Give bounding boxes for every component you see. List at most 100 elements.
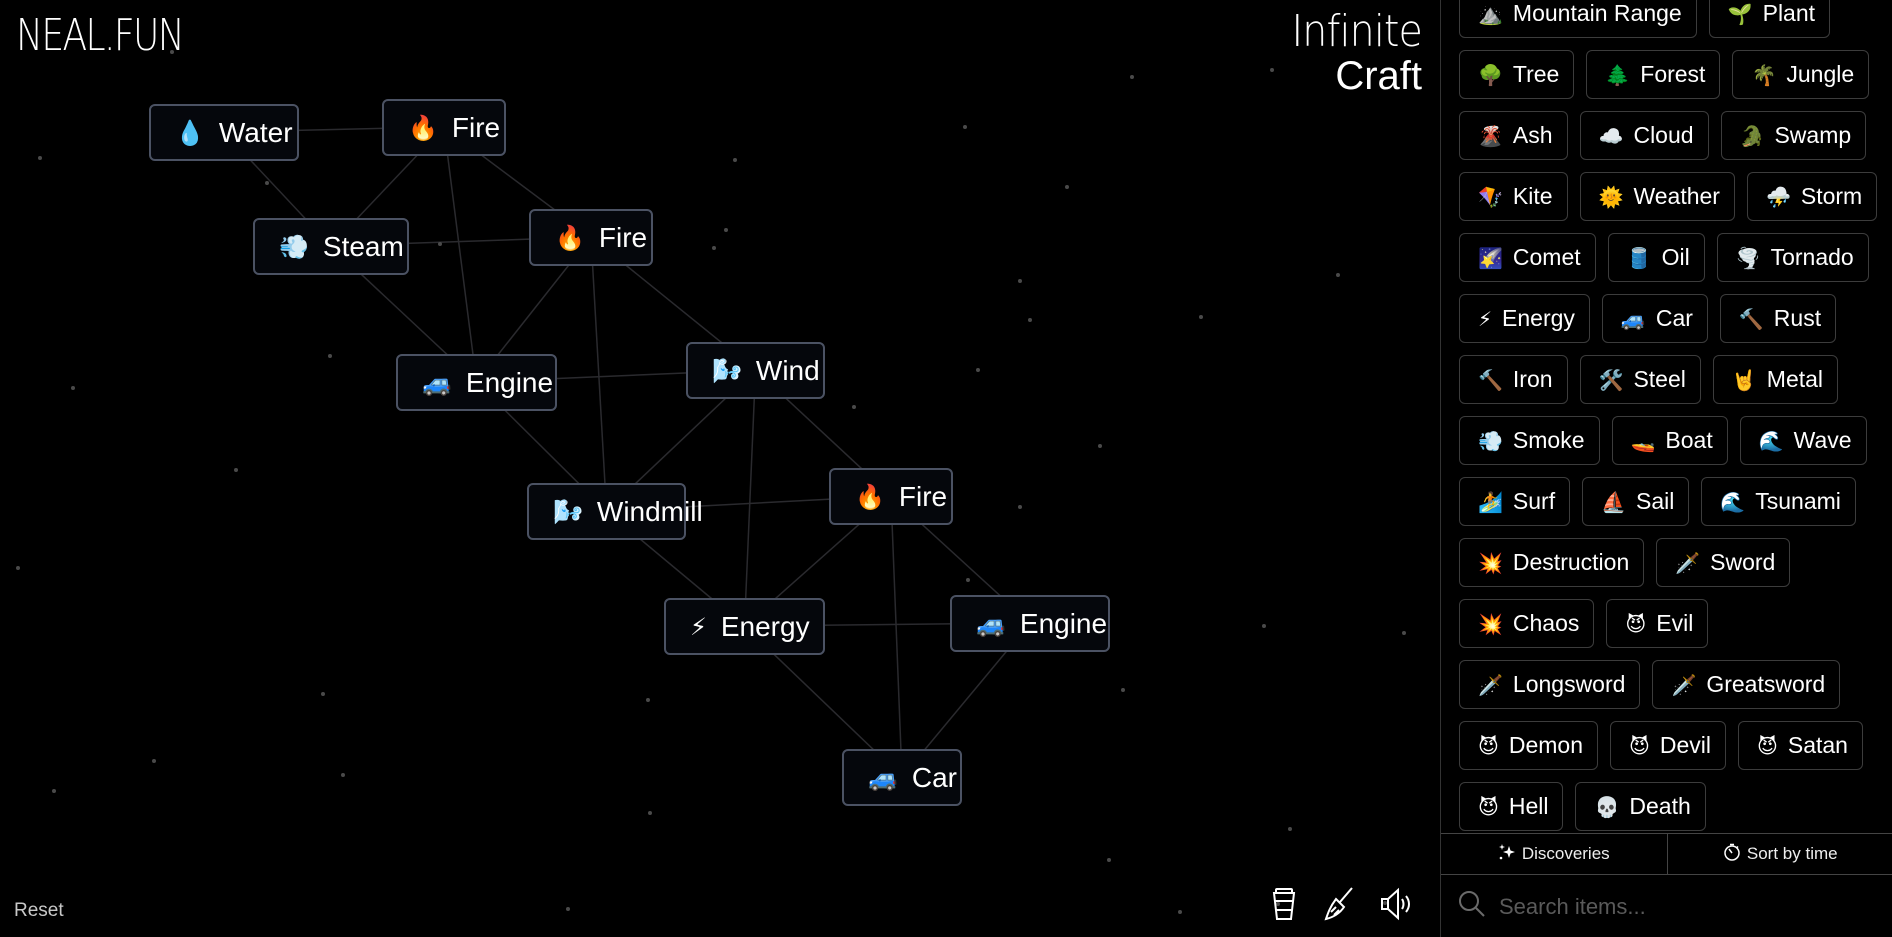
reset-button[interactable]: Reset	[14, 900, 64, 922]
sidebar-item-kite[interactable]: 🪁 Kite	[1459, 172, 1568, 221]
items-row: 😈 Demon 😈 Devil 😈 Satan	[1459, 721, 1863, 770]
sidebar-item-smoke[interactable]: 💨 Smoke	[1459, 416, 1600, 465]
item-emoji-icon: 🔨	[1738, 306, 1764, 331]
sidebar-item-chaos[interactable]: 💥 Chaos	[1459, 599, 1595, 648]
canvas-node-fire[interactable]: 🔥 Fire	[829, 468, 953, 525]
item-emoji-icon: 🪁	[1478, 184, 1503, 209]
sidebar-item-car[interactable]: 🚙 Car	[1601, 294, 1708, 343]
canvas-node-water[interactable]: 💧 Water	[149, 104, 299, 161]
node-label: Steam	[322, 230, 404, 262]
sidebar-item-forest[interactable]: 🌲 Forest	[1586, 50, 1721, 99]
sidebar-item-iron[interactable]: 🔨 Iron	[1459, 355, 1568, 404]
sidebar-item-ash[interactable]: 🌋 Ash	[1459, 111, 1568, 160]
fire-icon: 🔥	[555, 223, 585, 252]
item-label: Iron	[1512, 366, 1553, 392]
lightning-icon: ⚡	[690, 612, 707, 641]
item-emoji-icon: 🚙	[1620, 306, 1646, 331]
sidebar-item-satan[interactable]: 😈 Satan	[1738, 721, 1863, 770]
sidebar-item-tsunami[interactable]: 🌊 Tsunami	[1701, 477, 1856, 526]
sidebar-item-steel[interactable]: 🛠️ Steel	[1579, 355, 1701, 404]
item-label: Death	[1629, 793, 1691, 819]
item-emoji-icon: 🌱	[1727, 1, 1753, 26]
speaker-icon[interactable]	[1380, 887, 1412, 921]
connection-line	[590, 236, 608, 512]
item-label: Plant	[1762, 0, 1816, 26]
item-label: Satan	[1787, 732, 1848, 758]
sidebar-item-sail[interactable]: ⛵ Sail	[1582, 477, 1690, 526]
sidebar-item-tree[interactable]: 🌳 Tree	[1459, 50, 1575, 99]
item-emoji-icon: 🛢️	[1626, 245, 1652, 270]
star-dot	[852, 405, 856, 409]
sidebar-item-tornado[interactable]: 🌪️ Tornado	[1716, 233, 1869, 282]
discoveries-label: Discoveries	[1521, 844, 1610, 863]
search-input[interactable]	[1499, 893, 1879, 920]
item-label: Kite	[1512, 183, 1553, 209]
sidebar-item-storm[interactable]: ⛈️ Storm	[1746, 172, 1878, 221]
sidebar-item-hell[interactable]: 😈 Hell	[1459, 782, 1564, 831]
discoveries-button[interactable]: Discoveries	[1441, 834, 1667, 874]
star-dot	[963, 125, 967, 129]
game-title-line1: Infinite	[1291, 6, 1422, 57]
sidebar-item-surf[interactable]: 🏄 Surf	[1459, 477, 1571, 526]
sidebar-item-mountain-range[interactable]: ⛰️ Mountain Range	[1459, 0, 1697, 38]
item-label: Wave	[1793, 427, 1852, 453]
sidebar-item-plant[interactable]: 🌱 Plant	[1708, 0, 1831, 38]
star-dot	[1130, 75, 1134, 79]
sidebar-item-weather[interactable]: 🌞 Weather	[1579, 172, 1735, 221]
sidebar-item-cloud[interactable]: ☁️ Cloud	[1579, 111, 1709, 160]
item-emoji-icon: 🏄	[1478, 489, 1503, 514]
canvas-node-engine[interactable]: 🚙 Engine	[950, 595, 1110, 652]
canvas-node-windmill[interactable]: 🌬️ Windmill	[527, 483, 703, 540]
sidebar-item-demon[interactable]: 😈 Demon	[1459, 721, 1599, 770]
items-row: 🌳 Tree 🌲 Forest 🌴 Jungle	[1459, 50, 1870, 99]
node-label: Fire	[598, 221, 648, 253]
crafting-canvas[interactable]: NEAL.FUN Infinite Craft 💧 Water 🔥 Fire 💨 Stea…	[0, 0, 1440, 937]
canvas-node-wind[interactable]: 🌬️ Wind	[686, 342, 825, 399]
sidebar-item-evil[interactable]: 😈 Evil	[1606, 599, 1709, 648]
items-list[interactable]: ⛰️ Mountain Range 🌱 Plant 🌳 Tree 🌲 Forest 🌴 Jungl…	[1441, 0, 1892, 833]
item-label: Evil	[1656, 610, 1694, 636]
sidebar-item-destruction[interactable]: 💥 Destruction	[1459, 538, 1645, 587]
canvas-node-fire[interactable]: 🔥 Fire	[529, 209, 653, 266]
item-emoji-icon: ⛰️	[1478, 1, 1503, 26]
star-dot	[321, 692, 325, 696]
star-dot	[16, 566, 20, 570]
sidebar-item-metal[interactable]: 🤘 Metal	[1712, 355, 1839, 404]
sidebar-item-devil[interactable]: 😈 Devil	[1610, 721, 1726, 770]
item-emoji-icon: ⛈️	[1765, 184, 1791, 209]
stopwatch-icon	[1723, 843, 1741, 866]
sidebar-item-longsword[interactable]: 🗡️ Longsword	[1459, 660, 1641, 709]
sort-by-time-button[interactable]: Sort by time	[1666, 834, 1892, 874]
sidebar-item-rust[interactable]: 🔨 Rust	[1719, 294, 1837, 343]
sidebar-item-greatsword[interactable]: 🗡️ Greatsword	[1652, 660, 1841, 709]
sidebar-item-sword[interactable]: 🗡️ Sword	[1656, 538, 1791, 587]
canvas-node-steam[interactable]: 💨 Steam	[253, 218, 409, 275]
sidebar-item-oil[interactable]: 🛢️ Oil	[1607, 233, 1705, 282]
water-drop-icon: 💧	[175, 118, 205, 147]
sidebar-footer: Discoveries Sort by time	[1441, 833, 1892, 875]
sidebar-item-comet[interactable]: 🌠 Comet	[1459, 233, 1596, 282]
item-label: Jungle	[1786, 61, 1855, 87]
star-dot	[328, 354, 332, 358]
canvas-node-car[interactable]: 🚙 Car	[842, 749, 962, 806]
canvas-node-engine[interactable]: 🚙 Engine	[396, 354, 557, 411]
coffee-cup-icon[interactable]	[1270, 887, 1298, 921]
item-label: Cloud	[1633, 122, 1694, 148]
sidebar-item-swamp[interactable]: 🐊 Swamp	[1720, 111, 1867, 160]
sidebar-item-jungle[interactable]: 🌴 Jungle	[1732, 50, 1870, 99]
item-label: Mountain Range	[1512, 0, 1682, 26]
item-emoji-icon: ⚡	[1478, 306, 1493, 331]
item-emoji-icon: 🌪️	[1735, 245, 1761, 270]
item-label: Energy	[1502, 305, 1575, 331]
sidebar-item-wave[interactable]: 🌊 Wave	[1739, 416, 1867, 465]
sidebar-item-death[interactable]: 💀 Death	[1575, 782, 1706, 831]
star-dot	[438, 242, 442, 246]
item-emoji-icon: 🌞	[1598, 184, 1624, 209]
canvas-node-fire[interactable]: 🔥 Fire	[382, 99, 506, 156]
broom-icon[interactable]	[1322, 886, 1356, 922]
sidebar-item-energy[interactable]: ⚡ Energy	[1459, 294, 1590, 343]
sidebar-item-boat[interactable]: 🚤 Boat	[1611, 416, 1728, 465]
site-logo[interactable]: NEAL.FUN	[16, 10, 185, 61]
canvas-node-energy[interactable]: ⚡ Energy	[664, 598, 825, 655]
item-label: Demon	[1508, 732, 1584, 758]
